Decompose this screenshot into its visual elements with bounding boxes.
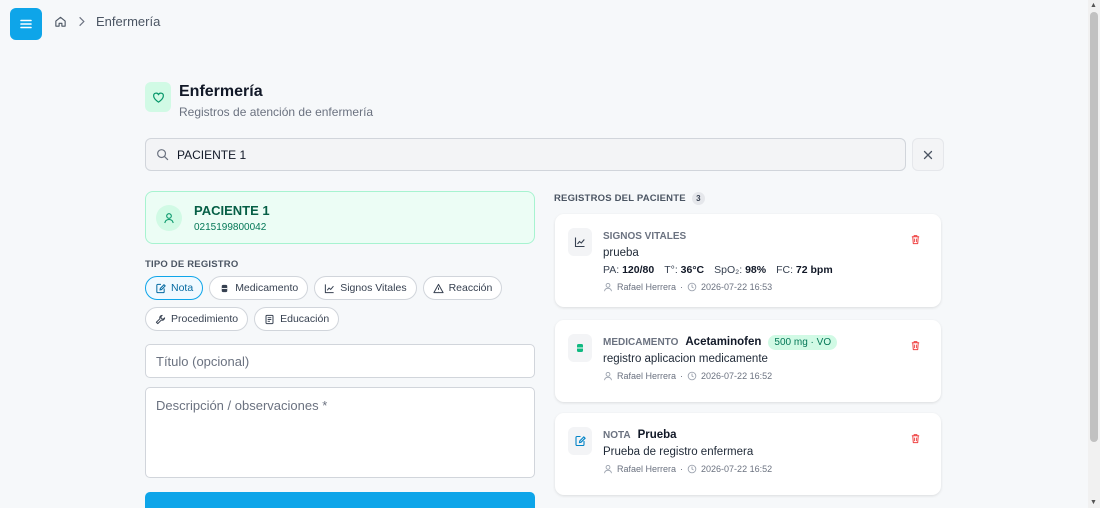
patient-name: PACIENTE 1 xyxy=(194,202,270,218)
record-type-label: TIPO DE REGISTRO xyxy=(145,259,239,270)
breadcrumb-current: Enfermería xyxy=(96,14,161,29)
record-type-procedimiento[interactable]: Procedimiento xyxy=(145,307,249,331)
record-text: registro aplicacion medicamente xyxy=(603,353,768,365)
heart-icon xyxy=(152,92,164,103)
title-field[interactable]: Título (opcional) xyxy=(145,344,535,378)
clock-icon xyxy=(687,464,697,474)
chip-label: Reacción xyxy=(448,282,493,294)
record-text: prueba xyxy=(603,247,639,259)
chip-label: Nota xyxy=(171,282,194,294)
clock-icon xyxy=(687,371,697,381)
user-icon xyxy=(604,464,612,474)
record-meta: Rafael Herrera · 2026-07-22 16:52 xyxy=(603,464,911,474)
record-type: NOTA xyxy=(603,429,631,441)
header-icon-box xyxy=(145,82,171,112)
user-icon xyxy=(604,371,612,381)
hamburger-icon xyxy=(20,19,32,29)
records-count-badge: 3 xyxy=(691,192,705,205)
records-header: REGISTROS DEL PACIENTE 3 xyxy=(554,192,705,205)
record-type: SIGNOS VITALES xyxy=(603,230,687,242)
warning-icon xyxy=(432,283,444,293)
page-subtitle: Registros de atención de enfermería xyxy=(179,105,374,119)
record-meta: Rafael Herrera · 2026-07-22 16:52 xyxy=(603,371,911,381)
home-icon[interactable] xyxy=(54,15,67,28)
scroll-down-arrow-icon[interactable]: ▼ xyxy=(1090,499,1097,506)
note-title: Prueba xyxy=(637,429,677,441)
dose-badge: 500 mg · VO xyxy=(768,334,838,350)
user-icon xyxy=(604,282,612,292)
patient-id: 0215199800042 xyxy=(194,221,267,233)
trash-icon[interactable] xyxy=(910,340,921,351)
clock-icon xyxy=(687,282,697,292)
wrench-icon xyxy=(155,314,166,324)
records-label: REGISTROS DEL PACIENTE xyxy=(554,193,686,204)
record-type: MEDICAMENTO xyxy=(603,336,679,348)
note-pen-icon xyxy=(575,435,586,447)
scrollbar-thumb[interactable] xyxy=(1090,12,1098,442)
page-header: Enfermería Registros de atención de enfe… xyxy=(145,82,373,119)
chip-label: Educación xyxy=(280,313,330,325)
search-input[interactable] xyxy=(177,147,857,162)
record-meta: Rafael Herrera · 2026-07-22 16:53 xyxy=(603,282,911,292)
close-icon xyxy=(923,150,933,159)
avatar xyxy=(156,204,182,231)
record-text: Prueba de registro enfermera xyxy=(603,446,754,458)
menu-button[interactable] xyxy=(10,8,42,40)
record-author: Rafael Herrera xyxy=(617,371,677,381)
record-author: Rafael Herrera xyxy=(617,464,677,474)
vitals-summary: PA: 120/80 T°: 36°C SpO₂: 98% FC: 72 bpm xyxy=(603,264,911,276)
description-placeholder: Descripción / observaciones * xyxy=(156,398,328,413)
book-icon xyxy=(265,314,274,324)
record-card: NOTA Prueba Prueba de registro enfermera… xyxy=(555,413,941,495)
vital-temp: T°: 36°C xyxy=(664,264,705,276)
breadcrumb: Enfermería xyxy=(54,14,160,29)
record-type-icon-box xyxy=(568,427,592,455)
record-type-options: Nota Medicamento Signos Vitales Reacción… xyxy=(145,276,545,331)
page-title: Enfermería xyxy=(179,83,263,100)
record-date: 2026-07-22 16:52 xyxy=(701,464,773,474)
search-icon xyxy=(157,149,169,161)
record-type-reaccion[interactable]: Reacción xyxy=(422,276,503,300)
chart-line-icon xyxy=(574,237,585,248)
record-card: SIGNOS VITALES prueba PA: 120/80 T°: 36°… xyxy=(555,214,941,307)
title-placeholder: Título (opcional) xyxy=(156,353,250,369)
record-date: 2026-07-22 16:52 xyxy=(701,371,773,381)
record-type-icon-box xyxy=(568,334,592,362)
chip-label: Medicamento xyxy=(235,282,299,294)
clear-search-button[interactable] xyxy=(912,138,944,171)
save-record-button[interactable] xyxy=(145,492,535,508)
vital-pa: PA: 120/80 xyxy=(603,264,655,276)
scroll-up-arrow-icon[interactable]: ▲ xyxy=(1090,2,1097,9)
chip-label: Signos Vitales xyxy=(340,282,407,294)
description-field[interactable]: Descripción / observaciones * xyxy=(145,387,535,478)
user-icon xyxy=(164,212,174,223)
patient-search[interactable] xyxy=(145,138,906,171)
pill-icon xyxy=(577,344,583,352)
vital-fc: FC: 72 bpm xyxy=(776,264,833,276)
page-scrollbar[interactable]: ▲ ▼ xyxy=(1088,0,1100,508)
note-pen-icon xyxy=(156,283,166,293)
record-type-signos-vitales[interactable]: Signos Vitales xyxy=(314,276,417,300)
trash-icon[interactable] xyxy=(910,234,921,245)
top-bar: Enfermería xyxy=(0,0,1088,48)
record-type-icon-box xyxy=(568,228,592,256)
pill-icon xyxy=(221,284,228,292)
record-type-nota[interactable]: Nota xyxy=(145,276,204,300)
chevron-right-icon xyxy=(79,16,85,27)
record-author: Rafael Herrera xyxy=(617,282,677,292)
record-type-educacion[interactable]: Educación xyxy=(254,307,340,331)
trash-icon[interactable] xyxy=(910,433,921,444)
record-card: MEDICAMENTO Acetaminofen 500 mg · VO reg… xyxy=(555,320,941,402)
record-date: 2026-07-22 16:53 xyxy=(701,282,773,292)
medication-name: Acetaminofen xyxy=(685,336,762,348)
vital-spo2: SpO₂: 98% xyxy=(714,264,767,276)
record-type-medicamento[interactable]: Medicamento xyxy=(209,276,309,300)
chip-label: Procedimiento xyxy=(171,313,239,325)
selected-patient-card[interactable]: PACIENTE 1 0215199800042 xyxy=(145,191,535,244)
chart-line-icon xyxy=(325,283,335,293)
